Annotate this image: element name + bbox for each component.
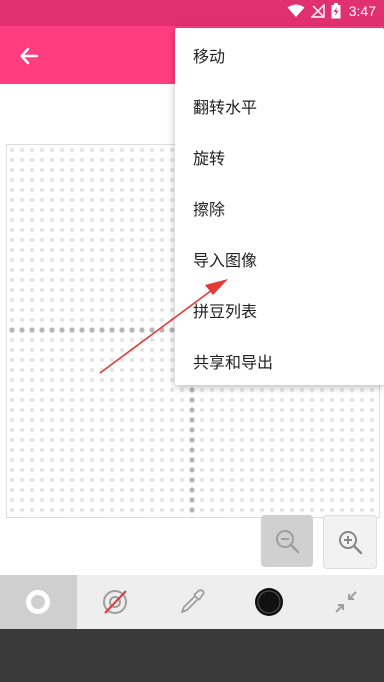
- status-icons: 3:47: [287, 3, 376, 19]
- eyedropper-button[interactable]: [154, 575, 231, 629]
- menu-item-bead-list[interactable]: 拼豆列表: [175, 284, 384, 335]
- eyedropper-icon: [181, 589, 205, 613]
- back-button[interactable]: [14, 41, 44, 71]
- bead-tool-button[interactable]: [0, 575, 77, 629]
- color-swatch-icon: [254, 588, 283, 616]
- zoom-out-icon: [276, 530, 300, 554]
- menu-item-move[interactable]: 移动: [175, 29, 384, 80]
- bottom-toolbar: [0, 575, 384, 629]
- menu-item-flip-horizontal[interactable]: 翻转水平: [175, 80, 384, 131]
- no-bead-tool-button[interactable]: [77, 575, 154, 629]
- menu-item-share-export[interactable]: 共享和导出: [175, 335, 384, 386]
- wifi-icon: [287, 4, 305, 17]
- color-swatch-button[interactable]: [230, 575, 307, 629]
- arrow-left-icon: [20, 47, 39, 65]
- menu-item-erase[interactable]: 擦除: [175, 182, 384, 233]
- collapse-icon: [334, 591, 357, 613]
- overflow-menu: 移动 翻转水平 旋转 擦除 导入图像 拼豆列表 共享和导出: [175, 28, 384, 385]
- status-time: 3:47: [348, 3, 376, 19]
- zoom-in-button[interactable]: [323, 515, 377, 569]
- collapse-button[interactable]: [307, 575, 384, 629]
- zoom-in-icon: [339, 531, 363, 555]
- battery-charging-icon: [331, 3, 341, 19]
- menu-item-import-image[interactable]: 导入图像: [175, 233, 384, 284]
- no-bead-tool-icon: [103, 590, 128, 614]
- status-bar: 3:47: [0, 0, 384, 26]
- bead-tool-icon: [26, 590, 51, 614]
- signal-icon: [310, 4, 325, 18]
- system-nav-bar: [0, 629, 384, 682]
- zoom-out-button[interactable]: [261, 515, 313, 567]
- menu-item-rotate[interactable]: 旋转: [175, 131, 384, 182]
